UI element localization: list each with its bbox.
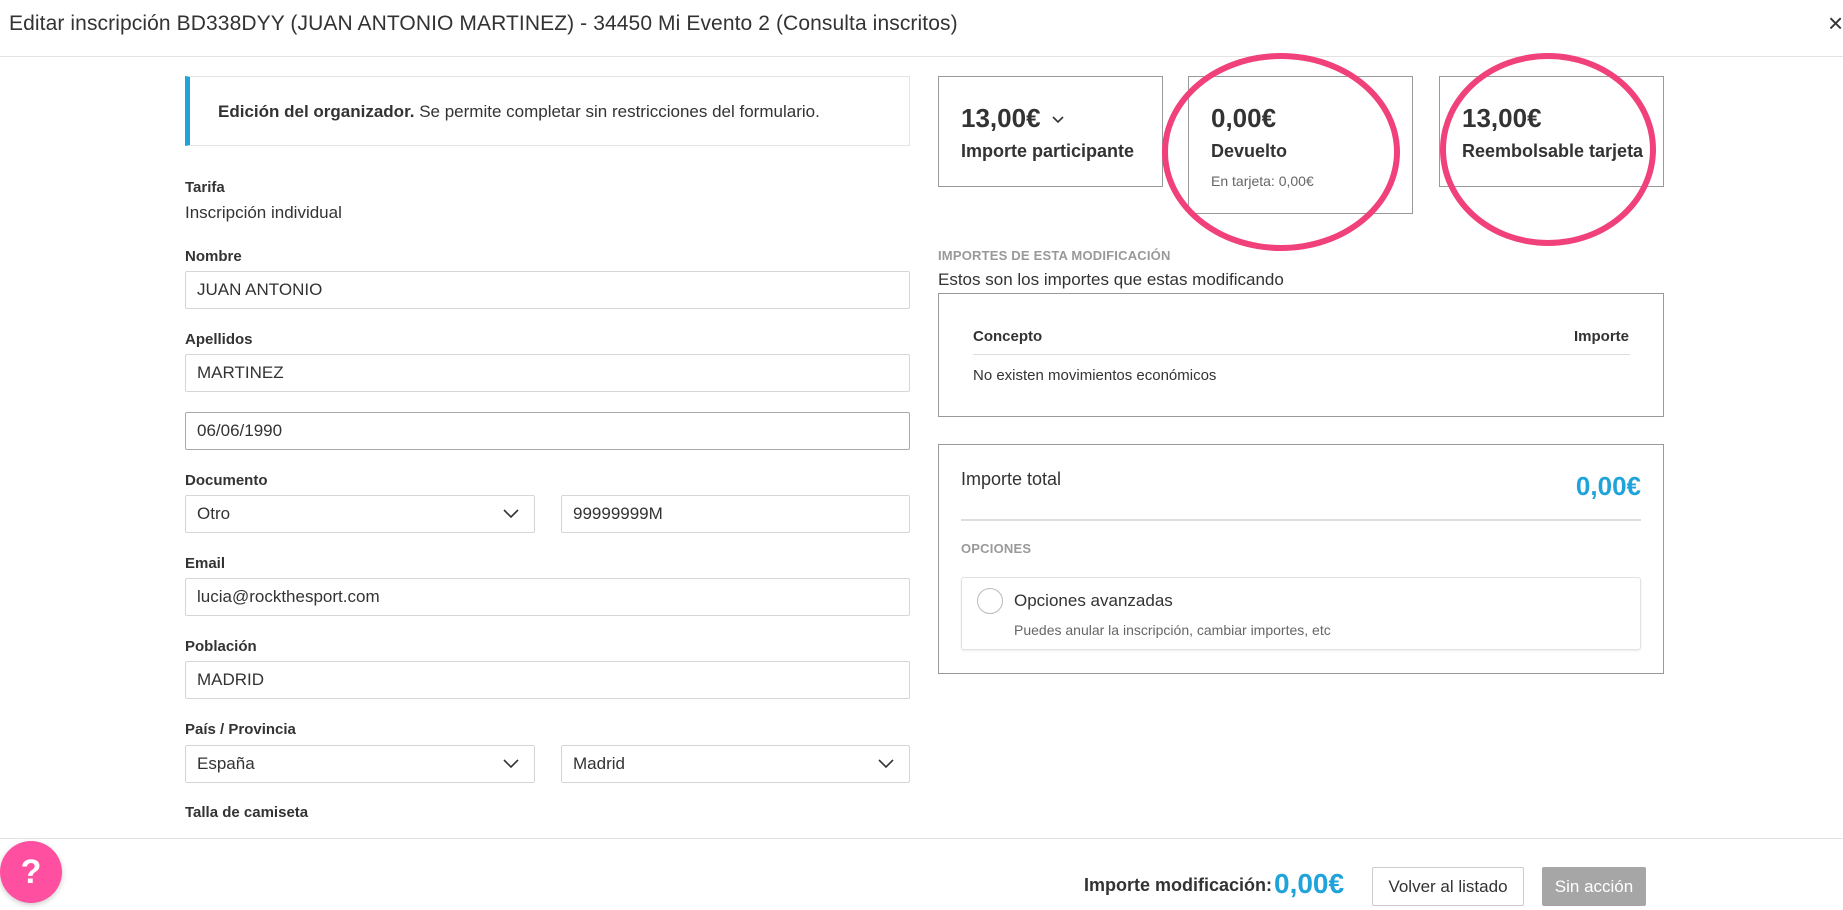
apellidos-input[interactable]: MARTINEZ xyxy=(185,354,910,392)
dialog-header: Editar inscripción BD338DYY (JUAN ANTONI… xyxy=(0,0,1843,57)
poblacion-label: Población xyxy=(185,638,257,655)
advanced-options-option[interactable]: Opciones avanzadas Puedes anular la insc… xyxy=(961,577,1641,650)
total-label: Importe total xyxy=(961,469,1062,489)
apellidos-label: Apellidos xyxy=(185,331,253,348)
devuelto-card-note: En tarjeta: 0,00€ xyxy=(1211,173,1314,189)
empty-message: No existen movimientos económicos xyxy=(973,367,1217,384)
chevron-down-icon[interactable] xyxy=(1051,113,1065,127)
devuelto-card: 0,00€ Devuelto En tarjeta: 0,00€ xyxy=(1188,76,1413,214)
documento-type-select[interactable]: Otro xyxy=(185,495,535,533)
notice-text: Se permite completar sin restricciones d… xyxy=(414,102,820,121)
advanced-options-desc: Puedes anular la inscripción, cambiar im… xyxy=(1014,622,1331,638)
modificacion-description: Estos son los importes que estas modific… xyxy=(938,270,1284,289)
birthdate-input[interactable]: 06/06/1990 xyxy=(185,412,910,450)
devuelto-label: Devuelto xyxy=(1211,141,1288,161)
total-divider xyxy=(961,519,1641,521)
importe-participante-amount: 13,00€ xyxy=(961,103,1065,134)
reembolsable-amount: 13,00€ xyxy=(1462,103,1542,133)
no-action-button[interactable]: Sin acción xyxy=(1542,867,1646,906)
col-importe: Importe xyxy=(1573,328,1629,345)
poblacion-input[interactable]: MADRID xyxy=(185,661,910,699)
documento-type-value: Otro xyxy=(197,504,231,523)
provincia-select[interactable]: Madrid xyxy=(561,745,910,783)
documento-label: Documento xyxy=(185,472,268,489)
dialog-title: Editar inscripción BD338DYY (JUAN ANTONI… xyxy=(9,12,958,35)
nombre-label: Nombre xyxy=(185,248,242,265)
close-icon[interactable]: × xyxy=(1828,8,1843,39)
back-to-list-button[interactable]: Volver al listado xyxy=(1372,867,1524,906)
total-panel: Importe total 0,00€ OPCIONES Opciones av… xyxy=(938,444,1664,674)
col-concepto: Concepto xyxy=(973,328,1043,345)
options-title: OPCIONES xyxy=(961,541,1032,556)
talla-label: Talla de camiseta xyxy=(185,804,309,821)
chevron-down-icon xyxy=(878,759,894,769)
nombre-input[interactable]: JUAN ANTONIO xyxy=(185,271,910,309)
reembolsable-label: Reembolsable tarjeta xyxy=(1462,141,1644,161)
chevron-down-icon xyxy=(503,759,519,769)
importe-participante-card[interactable]: 13,00€ Importe participante xyxy=(938,76,1163,187)
tarifa-value: Inscripción individual xyxy=(185,203,342,222)
devuelto-amount: 0,00€ xyxy=(1211,103,1277,133)
provincia-value: Madrid xyxy=(573,754,625,773)
total-value: 0,00€ xyxy=(1575,471,1641,501)
notice-bold: Edición del organizador. xyxy=(218,102,415,121)
advanced-options-radio[interactable] xyxy=(977,588,1003,614)
advanced-options-title: Opciones avanzadas xyxy=(1014,591,1173,610)
tarifa-label: Tarifa xyxy=(185,179,225,196)
pais-value: España xyxy=(197,754,255,773)
help-icon[interactable]: ? xyxy=(0,841,62,903)
table-divider xyxy=(973,354,1630,355)
pais-select[interactable]: España xyxy=(185,745,535,783)
importe-participante-value: 13,00€ xyxy=(961,103,1041,133)
email-label: Email xyxy=(185,555,226,572)
reembolsable-card: 13,00€ Reembolsable tarjeta xyxy=(1439,76,1664,187)
importe-modificacion-label: Importe modificación: xyxy=(1084,875,1273,895)
organizer-notice: Edición del organizador. Se permite comp… xyxy=(185,76,910,146)
importe-participante-label: Importe participante xyxy=(961,141,1135,161)
email-input[interactable]: lucia@rockthesport.com xyxy=(185,578,910,616)
importe-modificacion-value: 0,00€ xyxy=(1274,868,1345,899)
documento-number-input[interactable]: 99999999M xyxy=(561,495,910,533)
pais-label: País / Provincia xyxy=(185,721,296,738)
modificacion-section-title: IMPORTES DE ESTA MODIFICACIÓN xyxy=(938,248,1171,263)
modificacion-table: Concepto Importe No existen movimientos … xyxy=(938,293,1664,417)
chevron-down-icon xyxy=(503,509,519,519)
